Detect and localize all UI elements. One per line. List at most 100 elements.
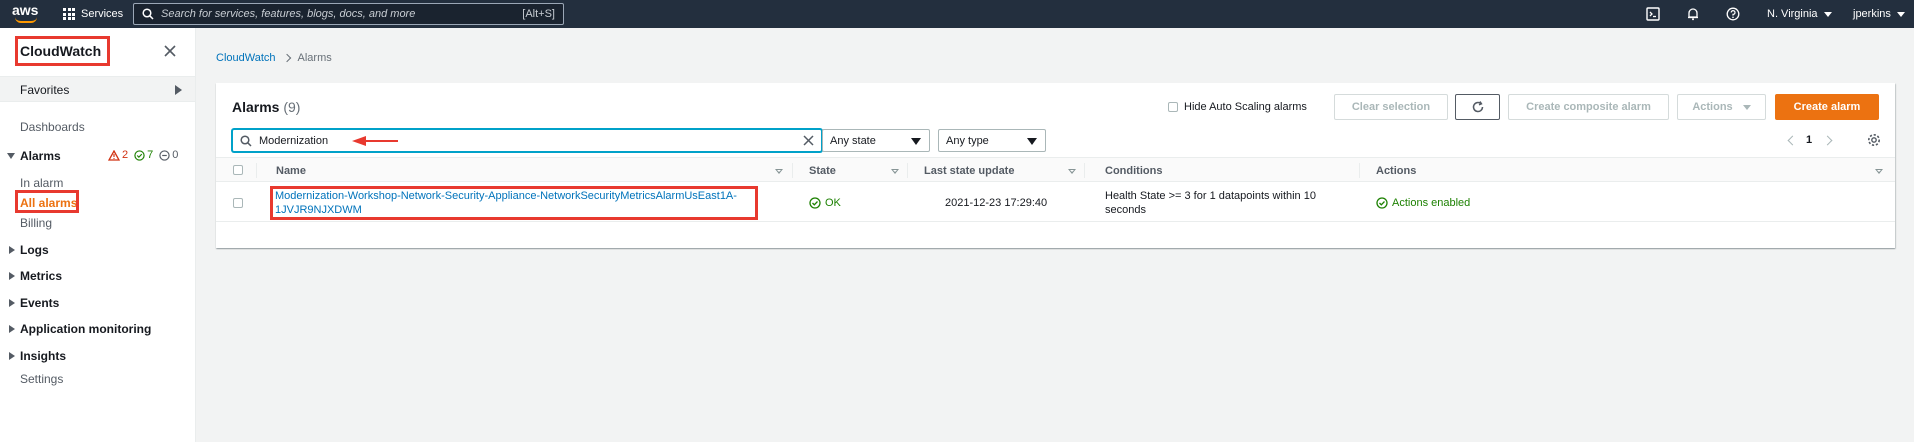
services-label: Services (81, 8, 124, 20)
alarm-filter-input[interactable]: Modernization (232, 129, 822, 152)
type-select[interactable]: Any type (938, 129, 1046, 152)
actions-dropdown[interactable]: Actions (1677, 94, 1766, 120)
actions-enabled: Actions enabled (1376, 196, 1470, 210)
caret-down-icon (1742, 104, 1751, 110)
caret-down-icon (911, 138, 921, 145)
clear-filter-icon[interactable] (802, 134, 815, 147)
chevron-down-icon (1823, 11, 1832, 17)
region-selector[interactable]: N. Virginia (1767, 6, 1832, 22)
ellipsis-circle-icon (159, 149, 170, 161)
ok-count: 7 (134, 149, 153, 161)
alarm-total-count: (9) (283, 99, 301, 115)
search-placeholder: Search for services, features, blogs, do… (161, 8, 416, 20)
help-icon[interactable] (1726, 6, 1740, 22)
services-menu-button[interactable]: Services (63, 5, 123, 23)
sidebar-item-in-alarm[interactable]: In alarm (20, 176, 63, 190)
clear-selection-label: Clear selection (1351, 101, 1431, 113)
state-text: OK (825, 197, 841, 209)
create-alarm-label: Create alarm (1793, 101, 1861, 113)
column-header-actions[interactable]: Actions (1376, 165, 1416, 177)
refresh-icon (1472, 101, 1483, 113)
breadcrumb: CloudWatch Alarms (216, 52, 332, 64)
alarm-counts: 2 7 0 (108, 149, 178, 161)
sort-icon[interactable] (891, 169, 899, 174)
create-alarm-button[interactable]: Create alarm (1775, 94, 1879, 120)
global-search-input[interactable]: Search for services, features, blogs, do… (133, 3, 564, 25)
caret-right-icon[interactable] (9, 246, 15, 254)
caret-right-icon[interactable] (9, 352, 15, 360)
panel-title: Alarms (9) (232, 99, 300, 115)
select-all-checkbox[interactable] (233, 165, 243, 175)
column-header-conditions[interactable]: Conditions (1105, 165, 1162, 177)
hide-autoscaling-checkbox[interactable] (1168, 102, 1178, 112)
state-ok: OK (809, 196, 841, 210)
table-header: Name State Last state update Conditions … (216, 157, 1895, 182)
pagination: 1 (1787, 134, 1833, 146)
close-icon[interactable] (163, 44, 177, 58)
create-composite-label: Create composite alarm (1526, 101, 1651, 113)
cloudshell-icon[interactable] (1646, 6, 1660, 22)
caret-right-icon[interactable] (9, 272, 15, 280)
state-select[interactable]: Any state (822, 129, 930, 152)
aws-logo[interactable]: aws (12, 3, 42, 25)
sidebar-item-billing[interactable]: Billing (20, 216, 52, 230)
sidebar-item-insights[interactable]: Insights (20, 349, 66, 363)
conditions-text: Health State >= 3 for 1 datapoints withi… (1105, 189, 1316, 217)
sidebar-item-metrics[interactable]: Metrics (20, 269, 62, 283)
column-header-name[interactable]: Name (276, 165, 306, 177)
insufficient-count-value: 0 (172, 149, 179, 161)
conditions-line1: Health State >= 3 for 1 datapoints withi… (1105, 190, 1316, 202)
caret-right-icon[interactable] (9, 299, 15, 307)
sidebar-item-settings[interactable]: Settings (20, 372, 63, 386)
chevron-down-icon (1896, 11, 1905, 17)
warning-icon (108, 149, 120, 161)
search-icon (142, 8, 154, 20)
highlight-box (15, 190, 79, 213)
page-number[interactable]: 1 (1806, 134, 1812, 146)
insufficient-count: 0 (159, 149, 178, 161)
breadcrumb-cloudwatch[interactable]: CloudWatch (216, 52, 276, 64)
bell-icon[interactable] (1686, 6, 1700, 22)
ok-count-value: 7 (147, 149, 154, 161)
filter-value: Modernization (259, 135, 329, 147)
sidebar-item-application-monitoring[interactable]: Application monitoring (20, 322, 151, 336)
sort-icon[interactable] (1875, 169, 1883, 174)
sidebar-item-logs[interactable]: Logs (20, 243, 49, 257)
region-label: N. Virginia (1767, 8, 1818, 20)
sidebar-item-events[interactable]: Events (20, 296, 59, 310)
highlight-box (15, 36, 110, 66)
column-header-state[interactable]: State (809, 165, 836, 177)
alarms-panel: Alarms (9) Hide Auto Scaling alarms Clea… (216, 83, 1895, 248)
actions-label: Actions (1692, 101, 1733, 113)
chevron-right-icon[interactable] (1822, 135, 1833, 145)
sidebar-item-dashboards[interactable]: Dashboards (20, 120, 85, 134)
panel-title-text: Alarms (232, 99, 280, 115)
refresh-button[interactable] (1455, 94, 1500, 120)
check-circle-icon (134, 149, 145, 161)
caret-right-icon[interactable] (9, 325, 15, 333)
chevron-left-icon[interactable] (1787, 135, 1798, 145)
sort-icon[interactable] (775, 169, 783, 174)
account-menu[interactable]: jperkins (1853, 6, 1905, 22)
create-composite-alarm-button[interactable]: Create composite alarm (1508, 94, 1669, 120)
sidebar-item-alarms[interactable]: Alarms (20, 149, 61, 163)
last-update-text: 2021-12-23 17:29:40 (945, 197, 1048, 209)
breadcrumb-alarms: Alarms (297, 52, 332, 64)
top-navigation: aws Services Search for services, featur… (0, 0, 1914, 28)
gear-icon[interactable] (1867, 133, 1881, 147)
alarm-count: 2 (108, 149, 128, 161)
caret-down-icon[interactable] (7, 153, 15, 159)
hide-autoscaling-label[interactable]: Hide Auto Scaling alarms (1184, 101, 1307, 113)
chevron-right-icon (282, 53, 291, 63)
row-checkbox[interactable] (233, 198, 243, 208)
type-select-value: Any type (946, 135, 989, 147)
clear-selection-button[interactable]: Clear selection (1334, 94, 1448, 120)
caret-right-icon (175, 85, 182, 95)
highlight-box (270, 186, 758, 220)
favorites-section[interactable]: Favorites (0, 76, 195, 102)
caret-down-icon (1027, 138, 1037, 145)
column-header-last-update[interactable]: Last state update (924, 165, 1014, 177)
check-circle-icon (809, 197, 821, 209)
search-icon (240, 135, 252, 147)
sort-icon[interactable] (1068, 169, 1076, 174)
